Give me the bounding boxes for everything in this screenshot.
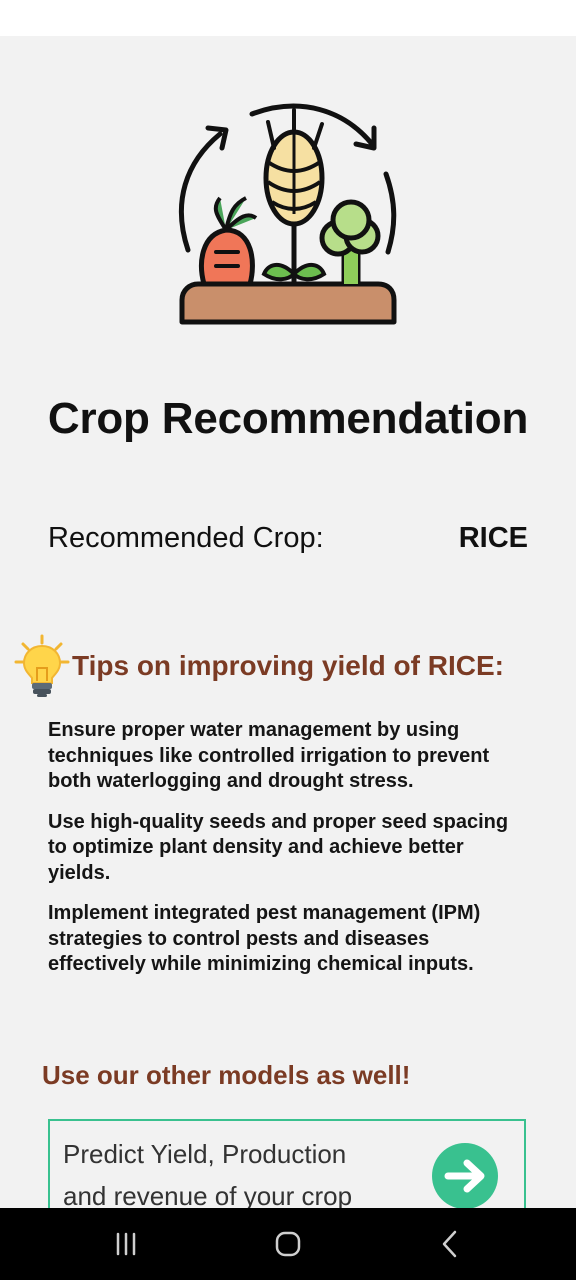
predict-yield-card[interactable]: Predict Yield, Production and revenue of… (48, 1119, 526, 1208)
tips-header: Tips on improving yield of RICE: (14, 634, 554, 700)
recent-apps-icon[interactable] (106, 1226, 146, 1262)
tip-item: Ensure proper water management by using … (48, 719, 490, 792)
predict-yield-text: Predict Yield, Production and revenue of… (63, 1139, 353, 1208)
crop-rotation-icon (176, 102, 400, 326)
status-bar (0, 0, 576, 36)
arrow-right-icon (444, 1159, 485, 1193)
predict-yield-button[interactable] (432, 1143, 498, 1208)
recommendation-label: Recommended Crop: (48, 522, 324, 554)
home-icon[interactable] (268, 1226, 308, 1262)
tips-heading: Tips on improving yield of RICE: (72, 650, 504, 681)
back-icon[interactable] (430, 1226, 470, 1262)
tip-item: Use high-quality seeds and proper seed s… (48, 810, 509, 884)
recommendation-row: Recommended Crop: RICE (48, 522, 528, 562)
tip-item: Implement integrated pest management (IP… (48, 902, 481, 975)
tips-list: Ensure proper water management by using … (48, 718, 528, 993)
lightbulb-icon (14, 634, 70, 698)
page-title: Crop Recommendation (47, 394, 529, 443)
recommended-crop-value: RICE (458, 522, 528, 554)
main-content: Crop Recommendation Recommended Crop: RI… (0, 36, 576, 1208)
other-models-heading: Use our other models as well! (42, 1060, 411, 1090)
system-nav-bar (0, 1208, 576, 1280)
